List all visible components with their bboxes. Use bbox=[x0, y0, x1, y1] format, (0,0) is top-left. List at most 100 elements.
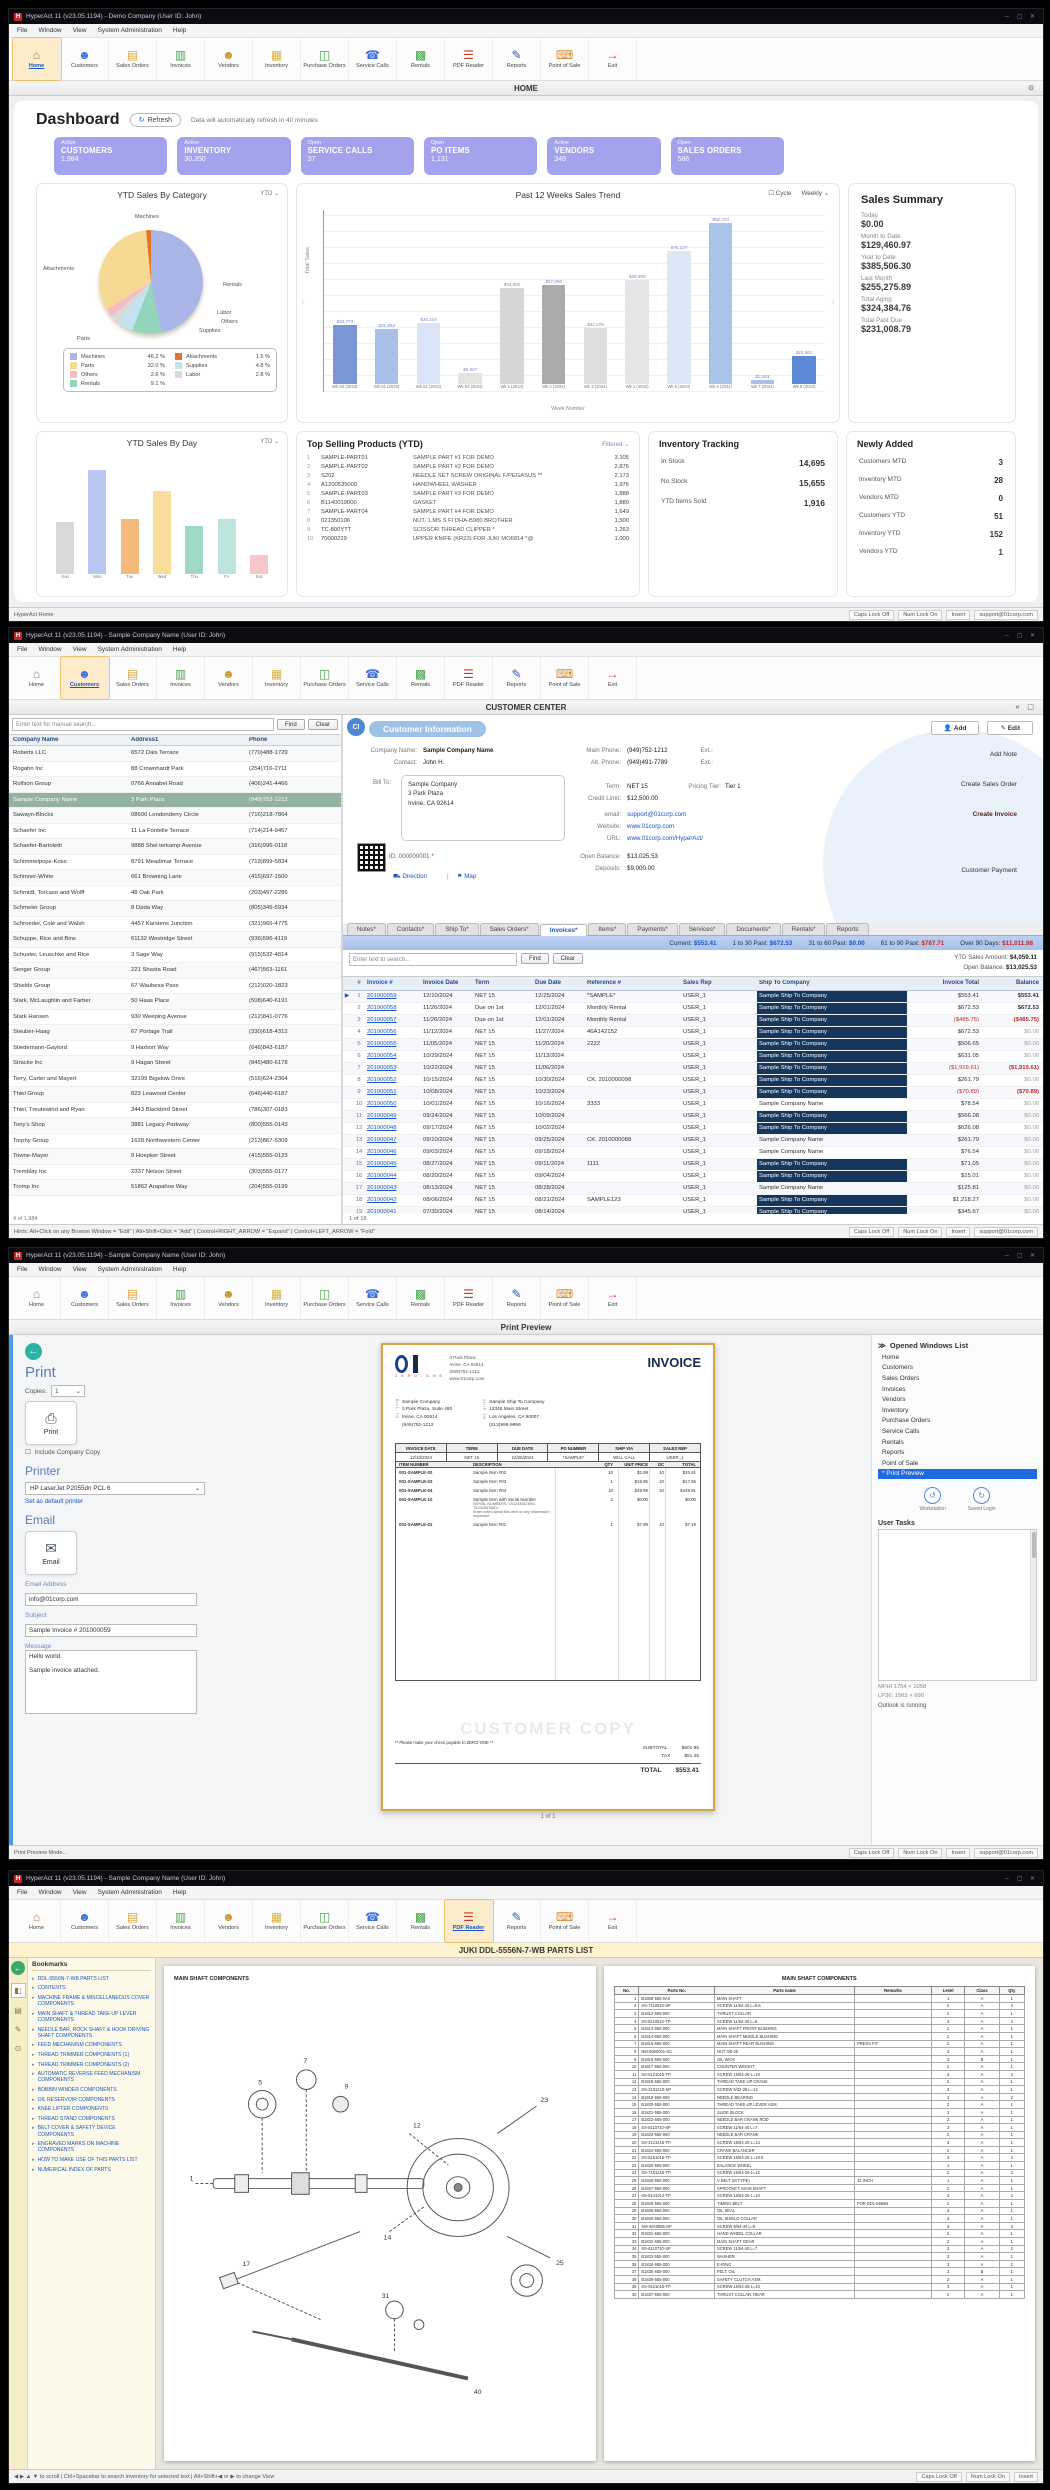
saved-login-button[interactable]: ↻ Saved Login bbox=[968, 1487, 996, 1512]
opened-window-item[interactable]: * Print Preview bbox=[878, 1469, 1037, 1480]
product-row[interactable]: 4 A1200535000 HANDWHEEL WASHER 1,975 bbox=[297, 480, 639, 489]
bookmark-item[interactable]: ▸ DDL-5556N-7-WB PARTS LIST bbox=[32, 1974, 151, 1984]
parts-row[interactable]: 12 B1818-555-000 THREAD TAKE-UP CRANK 2 … bbox=[614, 2078, 1025, 2086]
menu-item[interactable]: Help bbox=[173, 1266, 186, 1273]
toolbar-item[interactable]: Rentals bbox=[397, 38, 445, 80]
invoice-row[interactable]: 3 201000057 11/26/2024 Due on 1st 12/01/… bbox=[343, 1015, 1043, 1027]
customer-row[interactable]: Stark Hansen 930 Weeping Avenue (212)841… bbox=[9, 1010, 341, 1026]
parts-row[interactable]: 21 B1824-555-000 CRANK BALANCER 2 A 1 bbox=[614, 2146, 1025, 2154]
toolbar-item[interactable]: Reports bbox=[493, 1900, 541, 1942]
parts-row[interactable]: 28 B1828-555-000 TIMING BELT FOR DDL-555… bbox=[614, 2200, 1025, 2208]
menu-item[interactable]: Help bbox=[173, 646, 186, 653]
add-button[interactable]: 👤 Add bbox=[931, 721, 980, 735]
customer-row[interactable]: Schaefer Inc 11 La Fontelle Terrace (714… bbox=[9, 824, 341, 840]
refresh-button[interactable]: ↻Refresh bbox=[130, 113, 181, 127]
invoice-row[interactable]: 19 201000041 07/30/2024 NET 15 08/14/202… bbox=[343, 1207, 1043, 1214]
map-link[interactable]: ⚑ Map bbox=[457, 873, 476, 880]
parts-row[interactable]: 2 SS-7110910-SP SCREW 11/64-40 L=9.5 2 A… bbox=[614, 2002, 1025, 2010]
opened-window-item[interactable]: Service Calls bbox=[878, 1426, 1037, 1437]
parts-row[interactable]: 27 SS-8141012-TP SCREW 15/64-28 L=10 3 A… bbox=[614, 2192, 1025, 2200]
menu-item[interactable]: View bbox=[73, 1889, 87, 1896]
invoice-number-link[interactable]: 201000049 bbox=[367, 1113, 423, 1119]
invoice-row[interactable]: 5 201000055 11/05/2024 NET 15 11/20/2024… bbox=[343, 1039, 1043, 1051]
opened-window-item[interactable]: Invoices bbox=[878, 1384, 1037, 1395]
parts-row[interactable]: 23 B1825-555-000 BALANCE WHEEL 1 A 1 bbox=[614, 2162, 1025, 2170]
kpi-card[interactable]: Open SERVICE CALLS 37 bbox=[301, 137, 414, 175]
direction-link[interactable]: ⛟ Direction bbox=[393, 873, 427, 881]
invoice-number-link[interactable]: 201000048 bbox=[367, 1125, 423, 1131]
customer-tab[interactable]: Documents* bbox=[726, 923, 780, 935]
toolbar-item[interactable]: Rentals bbox=[397, 1900, 445, 1942]
menu-item[interactable]: Help bbox=[173, 27, 186, 34]
invoice-number-link[interactable]: 201000053 bbox=[367, 1065, 423, 1071]
customer-tab[interactable]: Invoices* bbox=[540, 924, 588, 936]
customer-tab[interactable]: Contacts* bbox=[387, 923, 434, 935]
menu-item[interactable]: Window bbox=[38, 27, 61, 34]
panel-toggle-icon[interactable]: ⊙ bbox=[1028, 84, 1037, 92]
opened-window-item[interactable]: Reports bbox=[878, 1447, 1037, 1458]
opened-window-item[interactable]: Point of Sale bbox=[878, 1458, 1037, 1469]
copies-stepper[interactable]: 1⌄ bbox=[51, 1385, 85, 1397]
toolbar-item[interactable]: Home bbox=[13, 657, 61, 699]
menu-item[interactable]: System Administration bbox=[98, 27, 162, 34]
bookmark-item[interactable]: ▸ HOW TO MAKE USE OF THIS PARTS LIST bbox=[32, 2155, 151, 2165]
parts-row[interactable]: 1 B1808-555-0A0 MAIN SHAFT 1 A 1 bbox=[614, 1995, 1025, 2003]
bookmark-item[interactable]: ▸ AUTOMATIC REVERSE FEED MECHANISM COMPO… bbox=[32, 2069, 151, 2085]
message-field[interactable]: Hello world. Sample invoice attached. bbox=[25, 1650, 197, 1714]
toolbar-item[interactable]: Invoices bbox=[157, 1900, 205, 1942]
customer-row[interactable]: Roberts LLC 6572 Dals Terrace (770)488-1… bbox=[9, 746, 341, 762]
toolbar-item[interactable]: Customers bbox=[61, 657, 109, 699]
product-row[interactable]: 8 021350106 NUT, 1.MS S F/ DHA-B980 BROT… bbox=[297, 516, 639, 525]
parts-row[interactable]: 31 SM-4040855-SP SCREW 9/64-40 L=8 3 A 3 bbox=[614, 2222, 1025, 2230]
menu-item[interactable]: Window bbox=[38, 1266, 61, 1273]
parts-row[interactable]: 14 B1819-555-000 NEEDLE BEARING 3 A 2 bbox=[614, 2093, 1025, 2101]
invoice-search-input[interactable]: Enter text to search... bbox=[349, 953, 517, 966]
kpi-card[interactable]: Open PO ITEMS 1,131 bbox=[424, 137, 537, 175]
chevron-right-icon[interactable]: › bbox=[831, 294, 835, 308]
invoice-row[interactable]: 2 201000058 11/26/2024 Due on 1st 12/01/… bbox=[343, 1003, 1043, 1015]
parts-row[interactable]: 29 B1829-555-000 OIL SEAL 3 A 1 bbox=[614, 2207, 1025, 2215]
toolbar-item[interactable]: Exit bbox=[589, 657, 637, 699]
clear-button[interactable]: Clear bbox=[308, 719, 338, 730]
back-button[interactable]: ← bbox=[11, 1961, 25, 1975]
parts-row[interactable]: 13 SS-2101210-SP SCREW 5/32-28 L=12 3 A … bbox=[614, 2086, 1025, 2094]
collapse-icon[interactable]: « ⬚ bbox=[1016, 703, 1037, 711]
parts-row[interactable]: 30 B1830-555-000 OIL SHIELD COLLAR 3 A 1 bbox=[614, 2215, 1025, 2223]
bookmark-item[interactable]: ▸ BOBBIN WINDER COMPONENTS bbox=[32, 2085, 151, 2095]
customer-row[interactable]: Schroeder, Cole and Walsh 4457 Karstens … bbox=[9, 917, 341, 933]
parts-row[interactable]: 26 B1827-555-000 SPROCKET, MAIN SHAFT 2 … bbox=[614, 2184, 1025, 2192]
customer-row[interactable]: Sample Company Name 3 Park Plaza (949)75… bbox=[9, 793, 341, 809]
pie-period-dropdown[interactable]: YTD ⌄ bbox=[260, 190, 279, 197]
parts-row[interactable]: 37 B1835-555-000 FELT, OIL 3 B 1 bbox=[614, 2268, 1025, 2276]
parts-row[interactable]: 9 B1816-555-000 OIL WICK 3 B 1 bbox=[614, 2055, 1025, 2063]
toolbar-item[interactable]: Sales Orders bbox=[109, 1900, 157, 1942]
invoice-number-link[interactable]: 201000058 bbox=[367, 1005, 423, 1011]
toolbar-item[interactable]: Inventory bbox=[253, 1277, 301, 1319]
back-button[interactable]: ← bbox=[25, 1343, 42, 1360]
parts-row[interactable]: 39 SS-9121015-TP SCREW 15/64-28 L=10 3 A… bbox=[614, 2283, 1025, 2291]
window-controls[interactable]: ─ ▢ ✕ bbox=[1005, 1252, 1038, 1259]
toolbar-item[interactable]: Home bbox=[13, 1900, 61, 1942]
opened-window-item[interactable]: Customers bbox=[878, 1363, 1037, 1374]
toolbar-item[interactable]: Invoices bbox=[157, 38, 205, 80]
toolbar-item[interactable]: Inventory bbox=[253, 657, 301, 699]
bookmark-item[interactable]: ▸ BELT COVER & SAFETY DEVICE COMPONENTS bbox=[32, 2124, 151, 2140]
bookmark-item[interactable]: ▸ THREAD TRIMMER COMPONENTS (2) bbox=[32, 2060, 151, 2070]
customer-row[interactable]: Schmeler Group 8 Dada Way (805)349-5934 bbox=[9, 901, 341, 917]
invoice-row[interactable]: 9 201000051 10/08/2024 NET 15 10/23/2024… bbox=[343, 1087, 1043, 1099]
invoice-row[interactable]: 4 201000056 11/12/2024 NET 15 11/27/2024… bbox=[343, 1027, 1043, 1039]
customer-row[interactable]: Torphy Group 1628 Northwestern Center (2… bbox=[9, 1134, 341, 1150]
menu-item[interactable]: File bbox=[17, 1266, 27, 1273]
parts-row[interactable]: 38 B1836-555-000 SAFETY CLUTCH ASM. 2 A … bbox=[614, 2275, 1025, 2283]
parts-row[interactable]: 19 B1823-555-000 NEEDLE BAR CRANK 2 A 1 bbox=[614, 2131, 1025, 2139]
menu-item[interactable]: System Administration bbox=[98, 1889, 162, 1896]
parts-row[interactable]: 4 SS-8110510-TP SCREW 11/64-40 L=5 3 A 2 bbox=[614, 2017, 1025, 2025]
toolbar-item[interactable]: PDF Reader bbox=[445, 1900, 493, 1942]
invoice-row[interactable]: 12 201000048 09/17/2024 NET 15 10/02/202… bbox=[343, 1123, 1043, 1135]
parts-row[interactable]: 16 B1821-555-000 SLIDE BLOCK 3 A 1 bbox=[614, 2108, 1025, 2116]
customer-tab[interactable]: Items* bbox=[588, 923, 626, 935]
print-button[interactable]: ⎙ Print bbox=[25, 1401, 77, 1445]
invoice-row[interactable]: 16 201000044 08/20/2024 NET 15 09/04/202… bbox=[343, 1171, 1043, 1183]
product-row[interactable]: 5 SAMPLE-PART03 SAMPLE PART #3 FOR DEMO … bbox=[297, 489, 639, 498]
invoice-row[interactable]: 18 201000042 08/06/2024 NET 15 08/21/202… bbox=[343, 1195, 1043, 1207]
